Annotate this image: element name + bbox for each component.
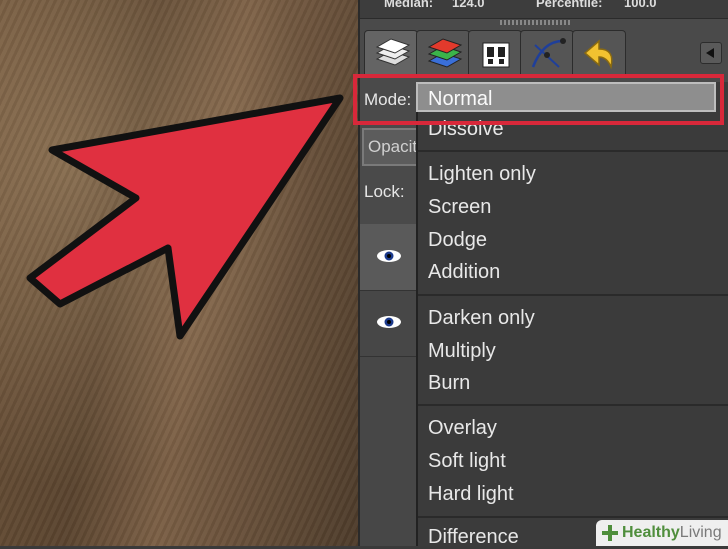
layer-row[interactable] bbox=[360, 290, 418, 357]
mode-option-dodge[interactable]: Dodge bbox=[428, 229, 487, 252]
watermark-brand-bold: Healthy bbox=[622, 524, 680, 541]
undo-history-tab[interactable] bbox=[572, 30, 626, 75]
plus-icon bbox=[602, 525, 618, 541]
colormap-tab[interactable] bbox=[520, 30, 574, 75]
mode-option-overlay[interactable]: Overlay bbox=[428, 417, 497, 440]
mode-option-addition[interactable]: Addition bbox=[428, 261, 500, 284]
separator bbox=[418, 150, 728, 152]
colormap-icon bbox=[531, 38, 566, 68]
layers-icon bbox=[375, 38, 411, 66]
percentile-label: Percentile: bbox=[536, 0, 603, 10]
layer-list bbox=[360, 224, 418, 546]
mode-option-hard-light[interactable]: Hard light bbox=[428, 483, 514, 506]
histogram-stats: Median: 124.0 Percentile: 100.0 bbox=[360, 0, 728, 19]
layers-tab[interactable] bbox=[364, 30, 418, 75]
healthy-living-watermark: HealthyLiving bbox=[596, 520, 728, 546]
channels-icon bbox=[427, 38, 463, 68]
highlight-box bbox=[353, 74, 724, 125]
mode-option-soft-light[interactable]: Soft light bbox=[428, 450, 506, 473]
mode-dropdown-list: Dissolve Lighten only Screen Dodge Addit… bbox=[416, 82, 728, 548]
paths-tab[interactable] bbox=[468, 30, 522, 75]
median-label: Median: bbox=[384, 0, 434, 10]
eye-icon[interactable] bbox=[376, 314, 402, 330]
paths-icon bbox=[482, 42, 510, 68]
mode-option-lighten-only[interactable]: Lighten only bbox=[428, 163, 536, 186]
percentile-value: 100.0 bbox=[624, 0, 657, 10]
undo-icon bbox=[583, 39, 613, 70]
lock-label: Lock: bbox=[364, 182, 405, 201]
dock-grip[interactable] bbox=[500, 20, 570, 25]
dock-menu-button[interactable] bbox=[700, 42, 722, 64]
separator bbox=[418, 404, 728, 406]
separator bbox=[418, 294, 728, 296]
mode-option-multiply[interactable]: Multiply bbox=[428, 340, 496, 363]
pointer-arrow bbox=[26, 94, 344, 340]
channels-tab[interactable] bbox=[416, 30, 470, 75]
layer-row[interactable] bbox=[360, 224, 418, 291]
mode-option-screen[interactable]: Screen bbox=[428, 196, 491, 219]
eye-icon[interactable] bbox=[376, 248, 402, 264]
mode-option-darken-only[interactable]: Darken only bbox=[428, 307, 535, 330]
mode-option-burn[interactable]: Burn bbox=[428, 372, 470, 395]
separator bbox=[418, 516, 728, 518]
dock-tabs bbox=[364, 30, 654, 75]
median-value: 124.0 bbox=[452, 0, 485, 10]
watermark-brand-light: Living bbox=[679, 524, 722, 541]
